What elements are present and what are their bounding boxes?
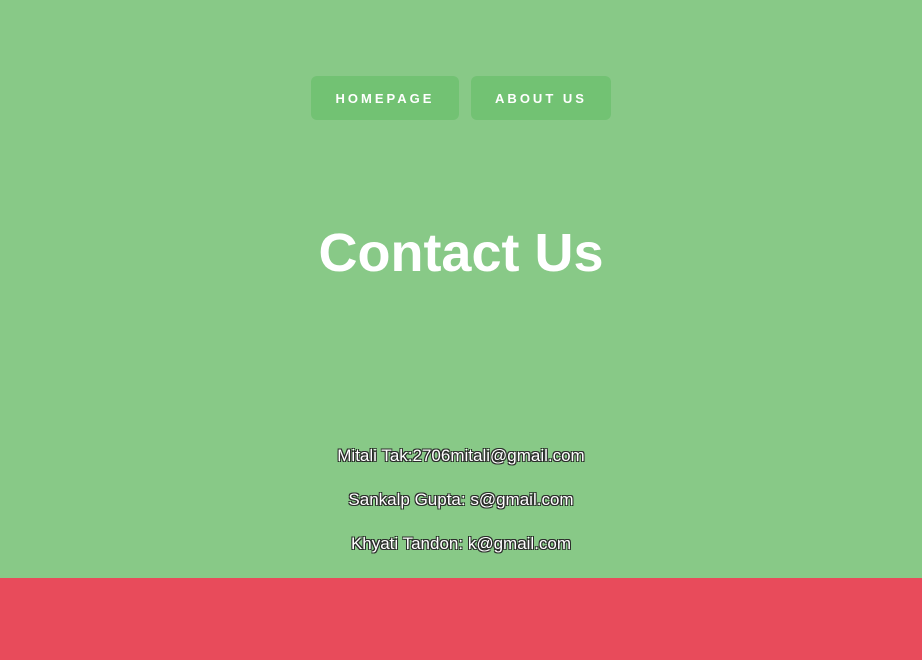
contact-khyati-tandon: Khyati Tandon: k@gmail.com (350, 534, 572, 553)
about-us-button-label: ABOUT US (495, 90, 587, 106)
contact-sankalp-gupta: Sankalp Gupta: s@gmail.com (348, 490, 574, 509)
page-title: Contact Us (318, 223, 604, 283)
contact-mitali-tak: Mitali Tak:2706mitali@gmail.com (337, 446, 585, 465)
homepage-button-label: HOMEPAGE (335, 90, 435, 106)
homepage-button[interactable]: HOMEPAGE (311, 76, 459, 120)
footer (0, 578, 922, 660)
top-navigation: HOMEPAGE ABOUT US (0, 76, 922, 120)
contact-list: Mitali Tak:2706mitali@gmail.com Sankalp … (0, 444, 922, 576)
about-us-button[interactable]: ABOUT US (471, 76, 611, 120)
